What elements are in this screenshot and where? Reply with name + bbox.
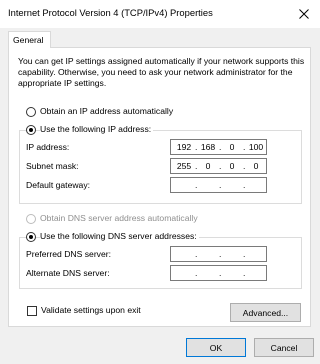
octet-separator: . bbox=[219, 268, 222, 278]
ip-field-label-0: IP address: bbox=[26, 142, 70, 152]
ip-field-input-2[interactable]: ... bbox=[170, 177, 267, 193]
obtain-dns-auto-radio bbox=[26, 214, 36, 224]
dns-field-input-0[interactable]: ... bbox=[170, 246, 267, 262]
validate-settings-label[interactable]: Validate settings upon exit bbox=[41, 305, 141, 315]
cancel-button[interactable]: Cancel bbox=[254, 338, 314, 357]
dns-field-input-1[interactable]: ... bbox=[170, 265, 267, 281]
octet-separator: . bbox=[243, 268, 246, 278]
octet-separator: . bbox=[243, 180, 246, 190]
ip-field-label-1: Subnet mask: bbox=[26, 161, 79, 171]
dns-field-label-0: Preferred DNS server: bbox=[26, 249, 112, 259]
close-button[interactable] bbox=[288, 0, 320, 28]
use-following-ip-label[interactable]: Use the following IP address: bbox=[40, 124, 154, 134]
dns-field-label-1: Alternate DNS server: bbox=[26, 268, 110, 278]
advanced-button[interactable]: Advanced... bbox=[230, 303, 301, 322]
ok-button[interactable]: OK bbox=[186, 338, 246, 357]
octet[interactable]: 0 bbox=[222, 161, 242, 171]
general-panel: You can get IP settings assigned automat… bbox=[8, 47, 311, 327]
octet[interactable]: 100 bbox=[246, 142, 266, 152]
octet[interactable]: 0 bbox=[246, 161, 266, 171]
dns-address-group bbox=[19, 237, 302, 289]
use-following-dns-label[interactable]: Use the following DNS server addresses: bbox=[40, 231, 199, 241]
octet[interactable]: 255 bbox=[174, 161, 194, 171]
window-title: Internet Protocol Version 4 (TCP/IPv4) P… bbox=[8, 7, 213, 18]
octet-separator: . bbox=[195, 180, 198, 190]
octet-separator: . bbox=[243, 249, 246, 259]
title-bar[interactable]: Internet Protocol Version 4 (TCP/IPv4) P… bbox=[0, 0, 320, 28]
tab-general-label: General bbox=[13, 35, 44, 45]
obtain-ip-auto-label[interactable]: Obtain an IP address automatically bbox=[40, 106, 173, 116]
octet[interactable]: 192 bbox=[174, 142, 194, 152]
ip-field-input-0[interactable]: 192. 168. 0. 100 bbox=[170, 139, 267, 155]
octet[interactable]: 0 bbox=[222, 142, 242, 152]
octet[interactable]: 0 bbox=[198, 161, 218, 171]
octet-separator: . bbox=[195, 249, 198, 259]
use-following-dns-radio[interactable] bbox=[26, 232, 36, 242]
validate-settings-checkbox[interactable] bbox=[27, 306, 37, 316]
octet-separator: . bbox=[219, 249, 222, 259]
tab-general[interactable]: General bbox=[8, 31, 51, 48]
obtain-ip-auto-radio[interactable] bbox=[26, 107, 36, 117]
octet-separator: . bbox=[219, 180, 222, 190]
octet-separator: . bbox=[195, 268, 198, 278]
obtain-dns-auto-label: Obtain DNS server address automatically bbox=[40, 213, 198, 223]
octet[interactable]: 168 bbox=[198, 142, 218, 152]
ip-field-input-1[interactable]: 255. 0. 0. 0 bbox=[170, 158, 267, 174]
description-text: You can get IP settings assigned automat… bbox=[18, 56, 305, 88]
close-icon bbox=[299, 9, 309, 19]
use-following-ip-radio[interactable] bbox=[26, 125, 36, 135]
ip-field-label-2: Default gateway: bbox=[26, 180, 91, 190]
dialog-window: Internet Protocol Version 4 (TCP/IPv4) P… bbox=[0, 0, 320, 364]
